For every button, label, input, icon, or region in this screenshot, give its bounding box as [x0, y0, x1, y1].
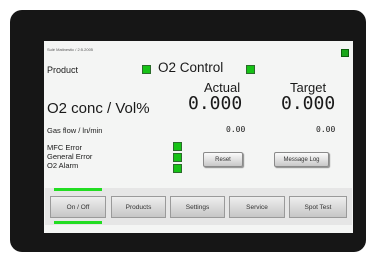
- o2-actual-value: 0.000: [188, 93, 243, 114]
- general-error-label: General Error: [47, 152, 93, 161]
- reset-button[interactable]: Reset: [203, 152, 243, 167]
- o2-conc-label: O2 conc / Vol%: [47, 100, 150, 117]
- product-indicator-led: [142, 65, 151, 74]
- nav-spot-test-button[interactable]: Spot Test: [289, 196, 347, 218]
- nav-service-button[interactable]: Service: [229, 196, 285, 218]
- product-label: Product: [47, 65, 79, 75]
- header-small-text: Sulé Matinestic / 2:5.2005: [47, 47, 94, 52]
- active-tab-indicator-top: [54, 188, 102, 191]
- o2-alarm-label: O2 Alarm: [47, 161, 79, 170]
- nav-products-button[interactable]: Products: [111, 196, 166, 218]
- o2-alarm-led: [173, 164, 182, 173]
- mfc-error-led: [173, 142, 182, 151]
- nav-on-off-button[interactable]: On / Off: [50, 196, 106, 218]
- gas-flow-actual-value: 0.00: [226, 125, 246, 134]
- o2-target-value[interactable]: 0.000: [281, 93, 335, 114]
- gas-flow-label: Gas flow / ln/min: [47, 126, 103, 135]
- mfc-error-label: MFC Error: [47, 143, 82, 152]
- nav-settings-button[interactable]: Settings: [170, 196, 225, 218]
- control-indicator-led: [246, 65, 255, 74]
- page-title: O2 Control: [158, 60, 224, 75]
- touch-screen: Sulé Matinestic / 2:5.2005 Product O2 Co…: [44, 41, 353, 233]
- message-log-button[interactable]: Message Log: [274, 152, 329, 167]
- active-tab-indicator-bottom: [54, 221, 102, 224]
- status-indicator-top-right: [341, 49, 349, 57]
- general-error-led: [173, 153, 182, 162]
- gas-flow-target-value[interactable]: 0.00: [316, 125, 335, 134]
